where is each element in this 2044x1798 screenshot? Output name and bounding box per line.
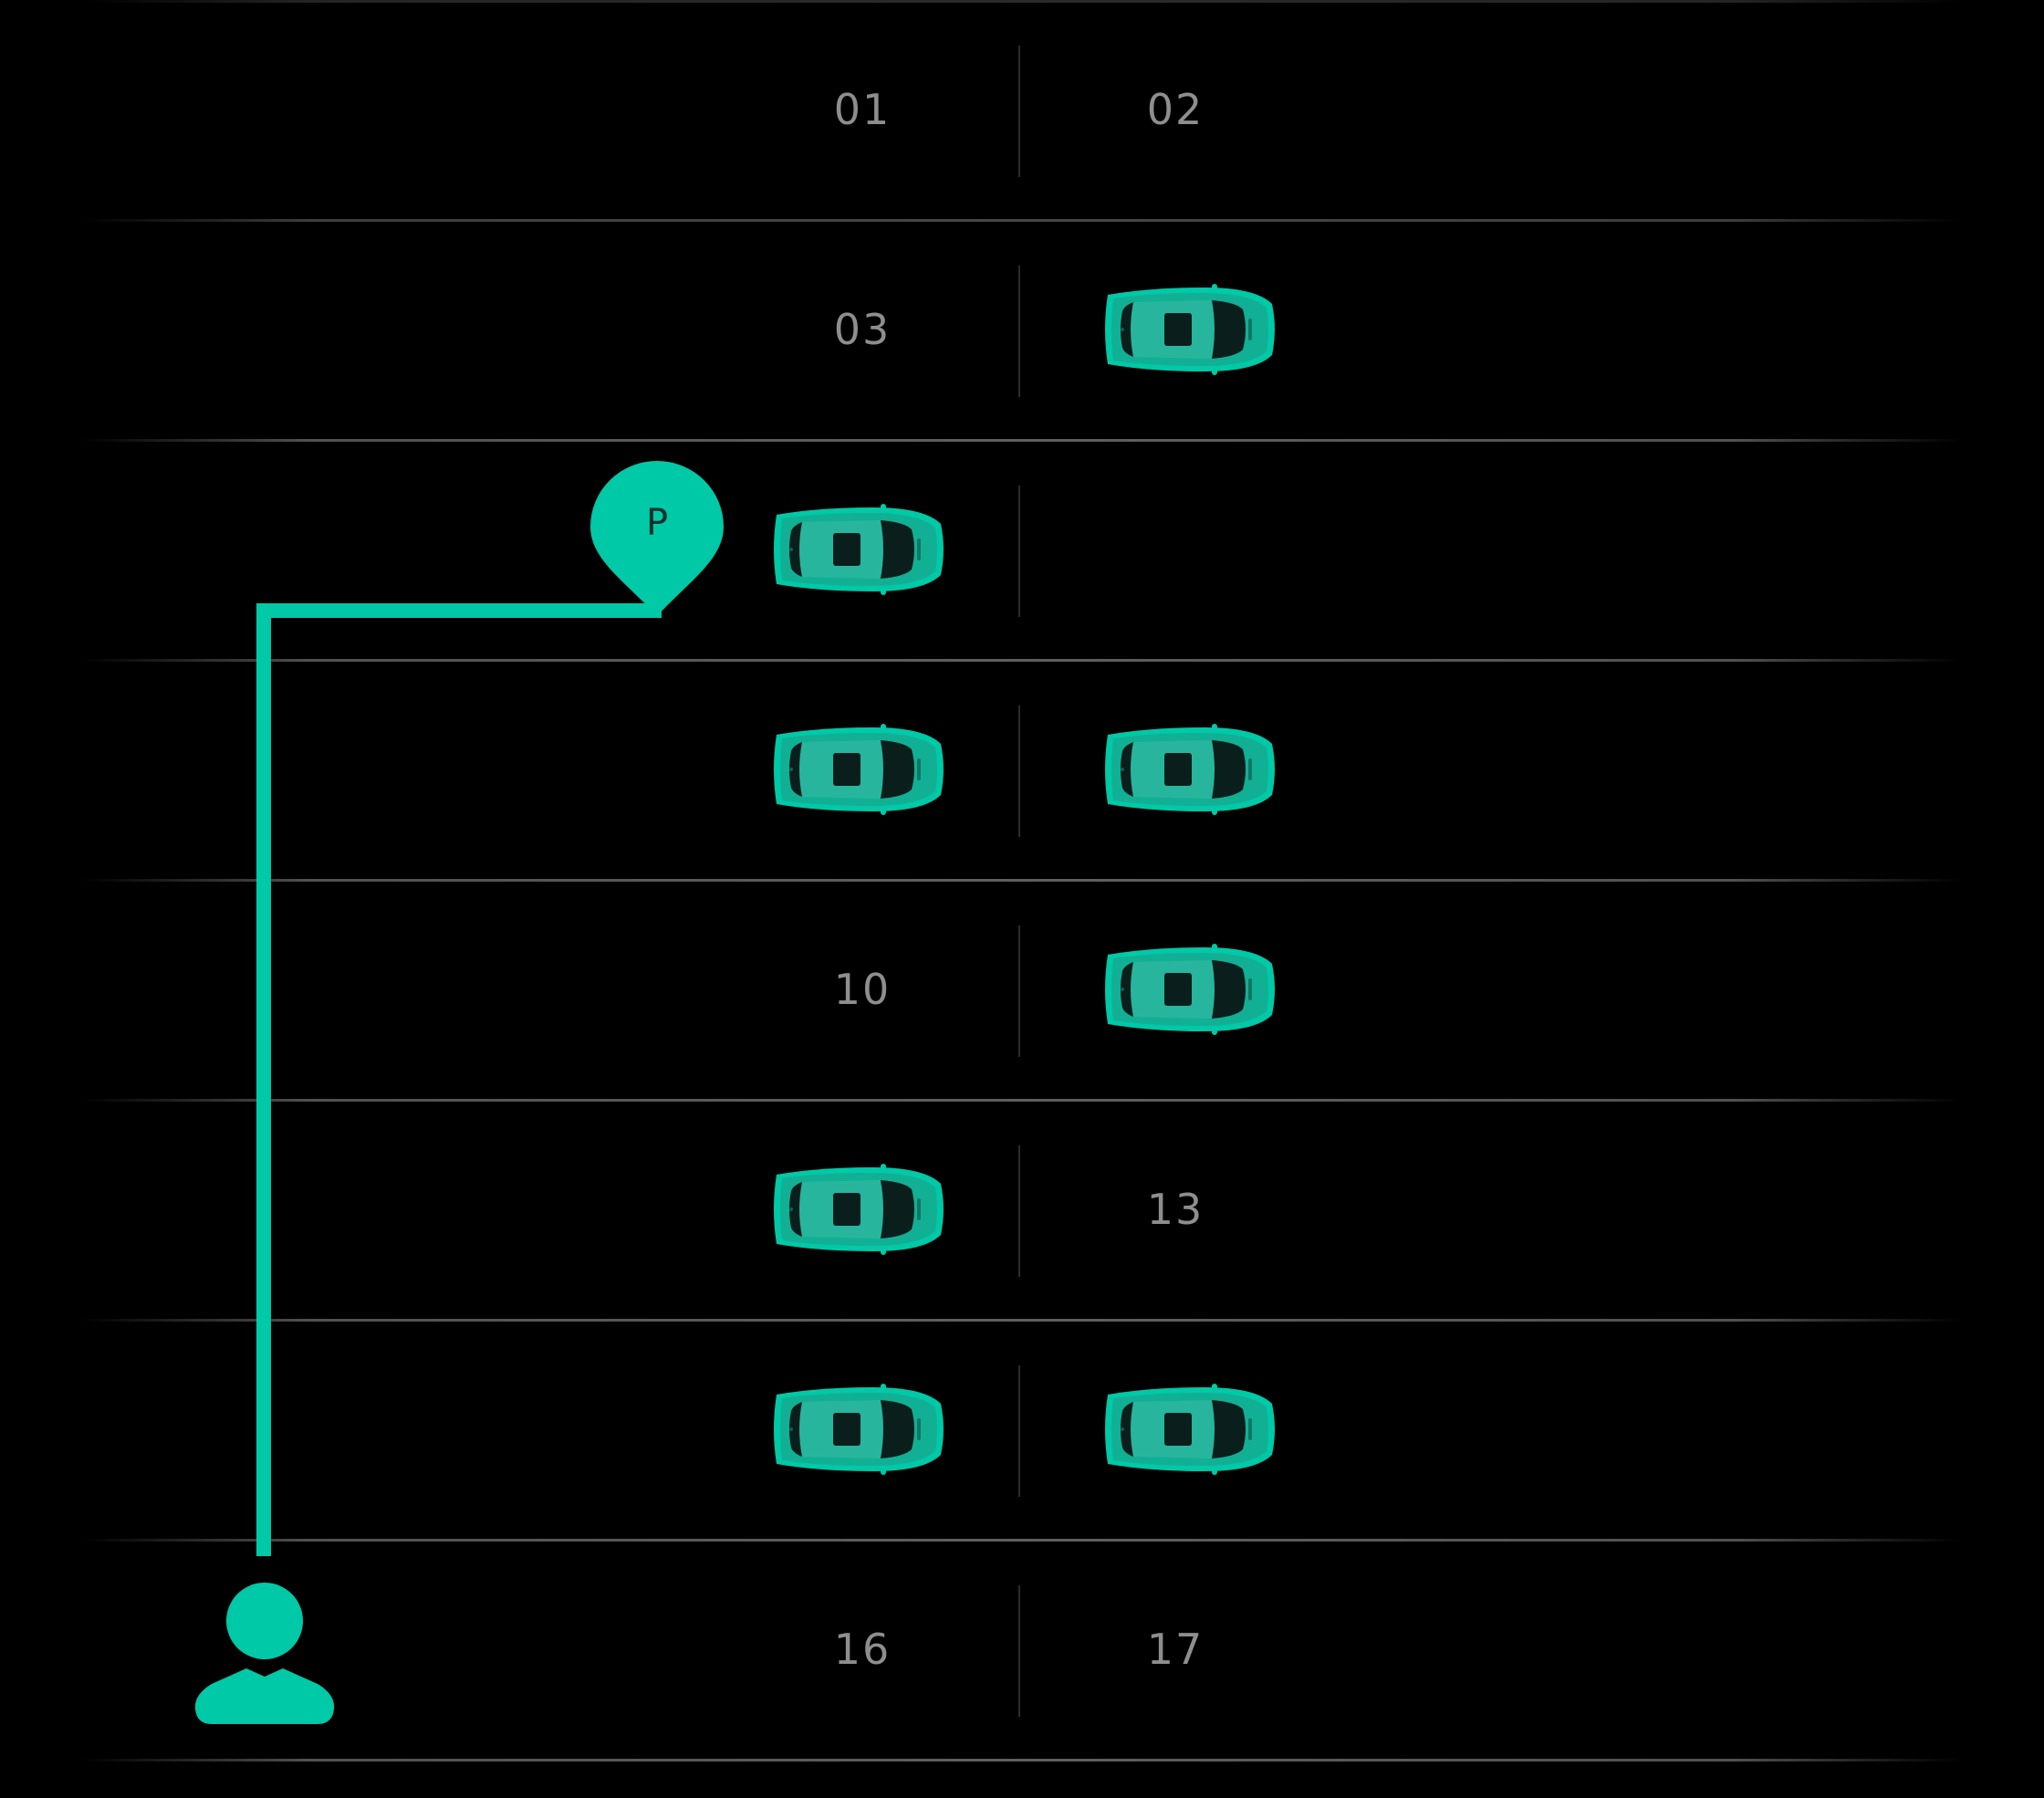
route-line — [256, 603, 662, 1556]
person-icon[interactable] — [190, 1574, 339, 1726]
parking-map: 01 02 03 10 13 16 17 P — [0, 0, 2044, 1798]
target-pin-label: P — [645, 502, 669, 544]
route-path — [256, 603, 662, 1556]
location-pin-icon[interactable]: P — [589, 461, 725, 621]
